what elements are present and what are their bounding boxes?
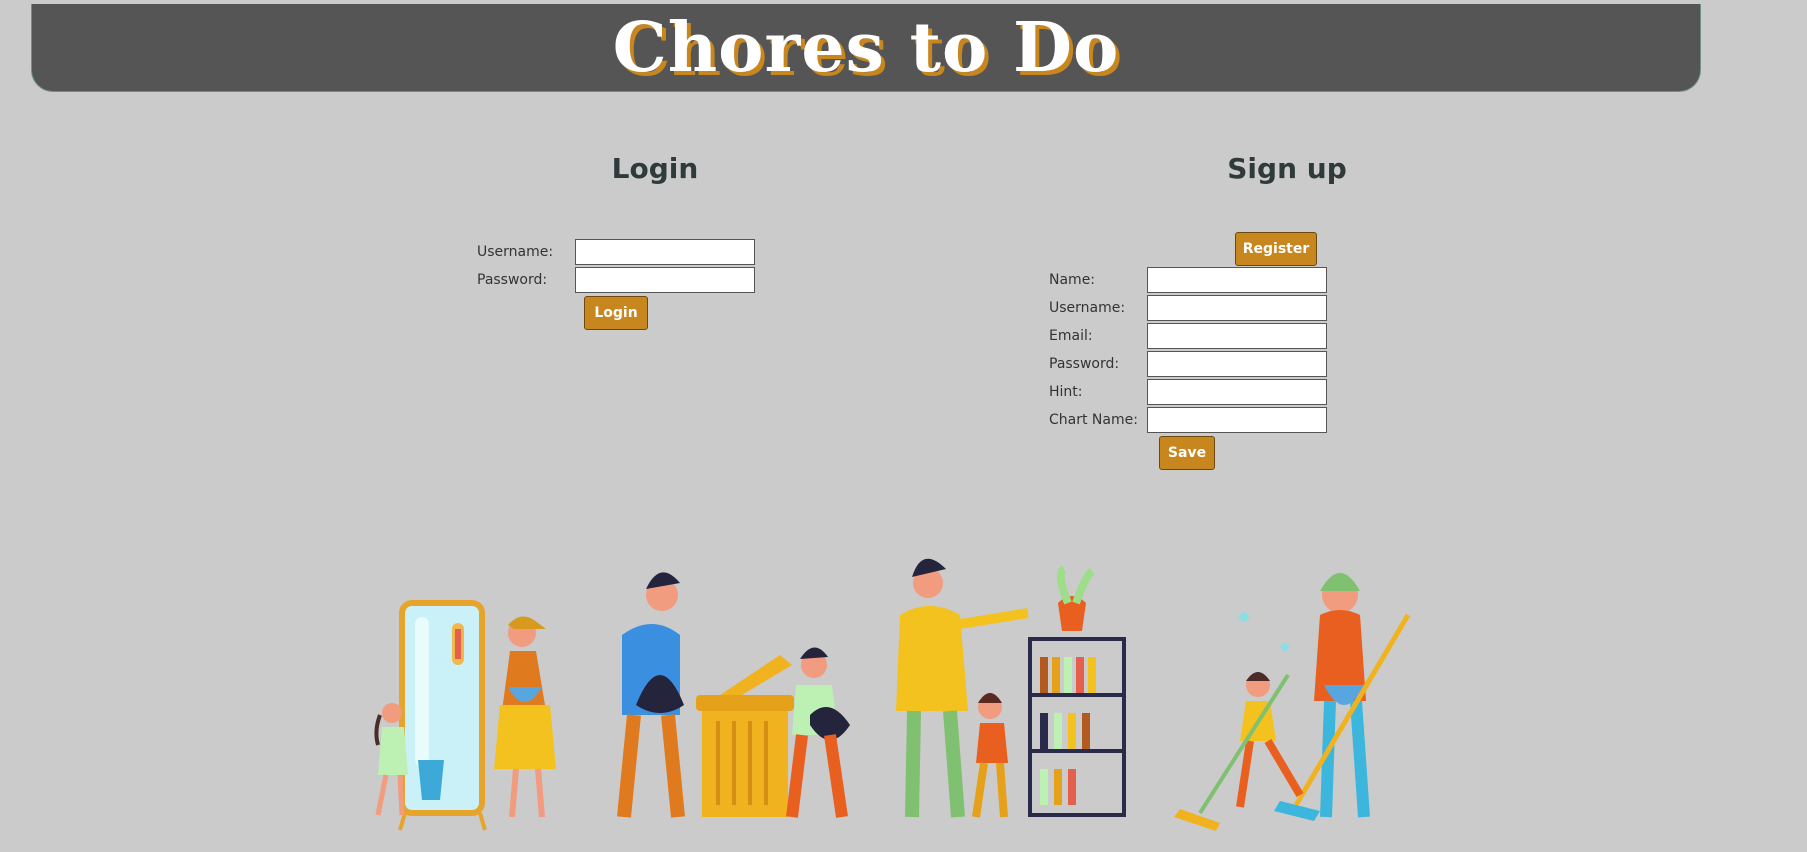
- chores-illustration: [374, 558, 1411, 831]
- app-title: Chores to Do: [612, 8, 1120, 88]
- signup-chart-name-row: Chart Name:: [1049, 407, 1327, 433]
- login-button[interactable]: Login: [584, 296, 648, 330]
- login-username-row: Username:: [477, 239, 755, 265]
- signup-password-row: Password:: [1049, 351, 1327, 377]
- login-username-input[interactable]: [575, 239, 755, 265]
- signup-hint-row: Hint:: [1049, 379, 1327, 405]
- signup-email-input[interactable]: [1147, 323, 1327, 349]
- signup-name-input[interactable]: [1147, 267, 1327, 293]
- signup-username-label: Username:: [1049, 300, 1126, 316]
- shelf-scene: [896, 558, 1126, 818]
- signup-password-input[interactable]: [1147, 351, 1327, 377]
- signup-email-label: Email:: [1049, 328, 1093, 344]
- header-banner: Chores to Do: [31, 4, 1701, 92]
- signup-chart-name-input[interactable]: [1147, 407, 1327, 433]
- signup-username-input[interactable]: [1147, 295, 1327, 321]
- save-button[interactable]: Save: [1159, 436, 1215, 470]
- signup-username-row: Username:: [1049, 295, 1327, 321]
- mirror-scene: [374, 600, 556, 831]
- trash-scene: [617, 572, 850, 818]
- signup-hint-label: Hint:: [1049, 384, 1083, 400]
- login-title: Login: [611, 152, 699, 185]
- signup-name-label: Name:: [1049, 272, 1096, 288]
- signup-title: Sign up: [1227, 152, 1347, 185]
- login-password-label: Password:: [477, 272, 548, 288]
- signup-password-label: Password:: [1049, 356, 1120, 372]
- login-username-label: Username:: [477, 244, 554, 260]
- login-password-input[interactable]: [575, 267, 755, 293]
- signup-email-row: Email:: [1049, 323, 1327, 349]
- signup-hint-input[interactable]: [1147, 379, 1327, 405]
- register-button[interactable]: Register: [1235, 232, 1317, 266]
- login-password-row: Password:: [477, 267, 755, 293]
- sweeping-scene: [1174, 573, 1411, 831]
- signup-chart-name-label: Chart Name:: [1049, 412, 1138, 428]
- signup-name-row: Name:: [1049, 267, 1327, 293]
